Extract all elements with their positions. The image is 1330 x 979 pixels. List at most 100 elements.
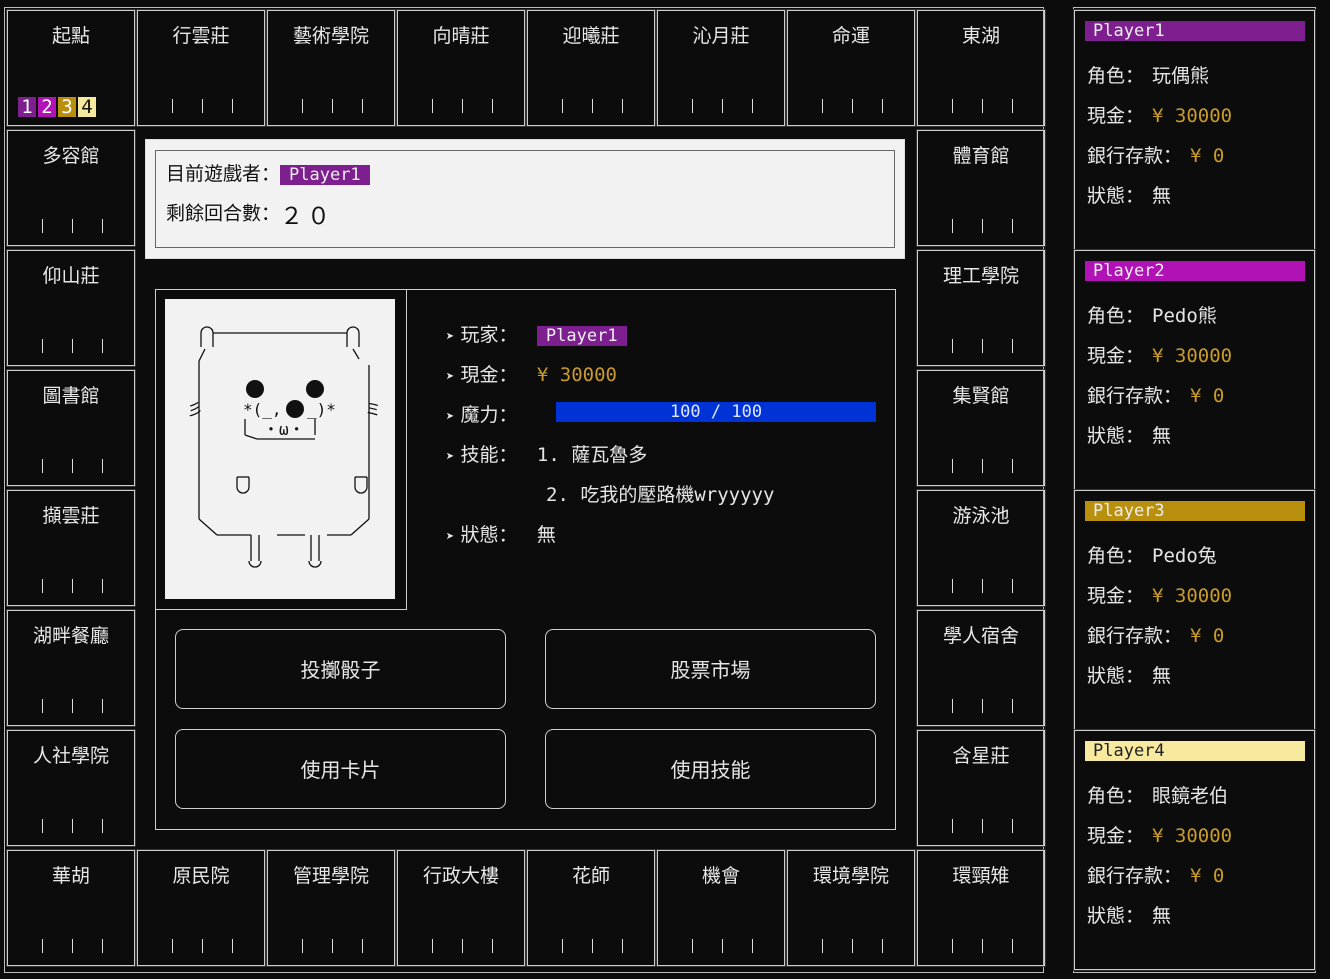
character-portrait: 彡 ミ *(_, _)* ・ω・ xyxy=(165,299,395,599)
player-card-bank-label: 銀行存款： xyxy=(1087,385,1183,407)
building-slot xyxy=(102,939,103,953)
board-space: 行政大樓 xyxy=(396,849,526,967)
building-slot xyxy=(102,459,103,473)
stat-mana-row: ➤ 魔力： 100 / 100 xyxy=(446,400,886,427)
building-slot xyxy=(302,939,303,953)
building-slot xyxy=(72,459,73,473)
player-card-role-value: Pedo兔 xyxy=(1152,545,1217,567)
player-piece-1: 1 xyxy=(18,97,36,117)
board-space: 湖畔餐廳 xyxy=(6,609,136,727)
building-slot xyxy=(952,819,953,833)
player-card-cash-row: 現金： ¥ 30000 xyxy=(1087,101,1232,128)
player-card-cash-value: ¥ 30000 xyxy=(1152,105,1233,127)
building-slot xyxy=(952,699,953,713)
stat-skill-label: 技能： xyxy=(460,444,518,466)
board-space-name: 人社學院 xyxy=(32,745,109,767)
player-card-bank-label: 銀行存款： xyxy=(1087,145,1183,167)
building-slot xyxy=(982,699,983,713)
turn-status-inner: 目前遊戲者： Player1 剩餘回合數：２０ xyxy=(155,150,895,248)
current-player-tag: Player1 xyxy=(280,164,370,185)
building-slots xyxy=(788,99,914,115)
building-slot xyxy=(882,99,883,113)
stat-state-label: 狀態： xyxy=(460,524,518,546)
building-slot xyxy=(172,99,173,113)
player-card-state-row: 狀態： 無 xyxy=(1087,421,1171,448)
stock-market-button[interactable]: 股票市場 xyxy=(545,629,876,709)
building-slot xyxy=(42,579,43,593)
player-card-1: Player1 角色： 玩偶熊 現金： ¥ 30000 銀行存款： ¥ 0 狀態： 無 xyxy=(1073,9,1316,251)
stat-cash-row: ➤ 現金： ¥ 30000 xyxy=(446,364,617,386)
building-slots xyxy=(528,939,654,955)
use-card-button[interactable]: 使用卡片 xyxy=(175,729,506,809)
building-slots xyxy=(918,939,1044,955)
svg-text:ミ: ミ xyxy=(365,400,381,419)
board-space-name: 行政大樓 xyxy=(422,865,499,887)
player-card-bank-row: 銀行存款： ¥ 0 xyxy=(1087,861,1224,888)
building-slot xyxy=(492,99,493,113)
building-slot xyxy=(752,939,753,953)
building-slots xyxy=(138,939,264,955)
building-slot xyxy=(1012,459,1013,473)
board-space-name: 環境學院 xyxy=(812,865,889,887)
building-slot xyxy=(462,939,463,953)
board-space: 華胡 xyxy=(6,849,136,967)
board-space-name: 游泳池 xyxy=(952,505,1010,527)
player-card-bank-value: ¥ 0 xyxy=(1190,145,1225,167)
players-sidebar: Player1 角色： 玩偶熊 現金： ¥ 30000 銀行存款： ¥ 0 狀態：無 Playe… xyxy=(1073,7,1316,973)
building-slots xyxy=(918,99,1044,115)
building-slot xyxy=(982,939,983,953)
player-card-cash-label: 現金： xyxy=(1087,585,1145,607)
board-space-name: 東湖 xyxy=(961,25,1000,47)
building-slots xyxy=(918,579,1044,595)
building-slots xyxy=(788,939,914,955)
building-slot xyxy=(72,579,73,593)
svg-text:彡: 彡 xyxy=(187,400,203,419)
current-player-row: 目前遊戲者： Player1 xyxy=(166,159,370,186)
building-slot xyxy=(42,699,43,713)
stat-state-row: ➤ 狀態： 無 xyxy=(446,524,556,546)
building-slot xyxy=(852,939,853,953)
building-slots xyxy=(8,819,134,835)
player-card-bank-value: ¥ 0 xyxy=(1190,385,1225,407)
player-card-bank-label: 銀行存款： xyxy=(1087,625,1183,647)
board-space-name: 環頸雉 xyxy=(952,865,1010,887)
building-slot xyxy=(952,339,953,353)
player-card-cash-value: ¥ 30000 xyxy=(1152,825,1233,847)
board-space: 擷雲莊 xyxy=(6,489,136,607)
building-slot xyxy=(622,939,623,953)
svg-text:_)*: _)* xyxy=(307,400,336,419)
board-space: 游泳池 xyxy=(916,489,1046,607)
building-slot xyxy=(822,939,823,953)
board-space-name: 集賢館 xyxy=(952,385,1010,407)
building-slot xyxy=(952,99,953,113)
building-slot xyxy=(982,99,983,113)
player-card-state-label: 狀態： xyxy=(1087,905,1145,927)
board-space: 原民院 xyxy=(136,849,266,967)
building-slot xyxy=(72,219,73,233)
building-slots xyxy=(8,699,134,715)
building-slot xyxy=(562,939,563,953)
player-card-role-row: 角色： Pedo熊 xyxy=(1087,301,1217,328)
use-skill-button[interactable]: 使用技能 xyxy=(545,729,876,809)
skill-item-2-row: 2. 吃我的壓路機wryyyyy xyxy=(546,480,774,507)
player-card-cash-row: 現金： ¥ 30000 xyxy=(1087,581,1232,608)
player-card-role-label: 角色： xyxy=(1087,65,1145,87)
roll-dice-button[interactable]: 投擲骰子 xyxy=(175,629,506,709)
building-slot xyxy=(622,99,623,113)
board-space-name: 花師 xyxy=(571,865,610,887)
current-player-label: 目前遊戲者： xyxy=(166,163,281,185)
board-space: 藝術學院 xyxy=(266,9,396,127)
player-card-bank-label: 銀行存款： xyxy=(1087,865,1183,887)
building-slots xyxy=(8,939,134,955)
building-slot xyxy=(722,99,723,113)
player-card-3: Player3 角色： Pedo兔 現金： ¥ 30000 銀行存款： ¥ 0 狀態： 無 xyxy=(1073,489,1316,731)
building-slot xyxy=(42,819,43,833)
board-space-name: 行雲莊 xyxy=(172,25,230,47)
player-card-state-value: 無 xyxy=(1152,425,1172,447)
building-slot xyxy=(492,939,493,953)
player-card-cash-row: 現金： ¥ 30000 xyxy=(1087,341,1232,368)
player-card-state-value: 無 xyxy=(1152,665,1172,687)
building-slot xyxy=(302,99,303,113)
building-slot xyxy=(432,939,433,953)
svg-text:・ω・: ・ω・ xyxy=(263,420,305,439)
